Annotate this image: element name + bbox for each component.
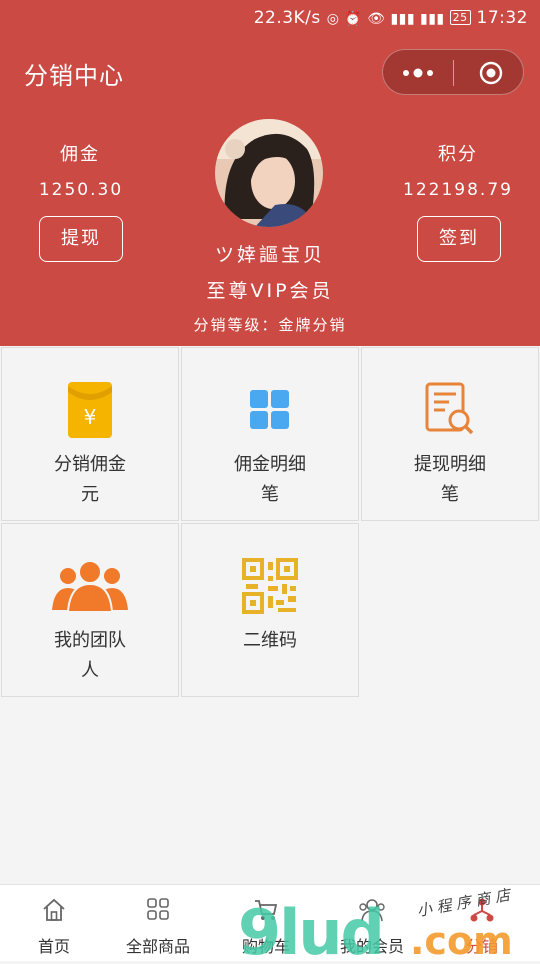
svg-text:¥: ¥ [84, 405, 97, 429]
team-icon [2, 558, 178, 614]
grid-item-label: 二维码 [243, 630, 297, 651]
mini-program-capsule [382, 49, 524, 95]
red-envelope-icon: ¥ [2, 382, 178, 438]
members-icon [318, 897, 426, 923]
document-search-icon [362, 382, 538, 438]
grid-item-label: 提现明细 [414, 454, 486, 475]
battery-icon: 25 [449, 10, 471, 25]
grid-item-commission[interactable]: ¥ 分销佣金 元 [1, 347, 179, 521]
capsule-divider [453, 60, 454, 86]
distribution-level: 分销等级：金牌分销 [193, 316, 347, 334]
grid-item-unit: 人 [81, 660, 99, 681]
grid-item-team[interactable]: 我的团队 人 [1, 523, 179, 697]
status-icons: ◎ ⏰ 👁 ▮▮▮ ▮▮▮ [326, 11, 450, 27]
grid-item-withdraw-detail[interactable]: 提现明细 笔 [361, 347, 539, 521]
grid-item-label: 分销佣金 [54, 454, 126, 475]
avatar[interactable] [215, 119, 323, 227]
tab-home[interactable]: 首页 [0, 885, 108, 961]
cart-icon [212, 897, 320, 923]
distribution-icon [428, 897, 536, 923]
clock: 17:32 [476, 8, 528, 28]
home-icon [0, 897, 108, 923]
tab-all-products[interactable]: 全部商品 [104, 885, 212, 961]
nickname: ツ婞謳宝贝 [214, 244, 325, 266]
tab-label: 首页 [37, 937, 70, 956]
points-value: 122198.79 [403, 180, 513, 200]
apps-icon [104, 897, 212, 923]
close-target-icon[interactable] [479, 61, 503, 85]
tab-label: 全部商品 [125, 937, 190, 956]
grid-item-unit: 笔 [261, 484, 279, 505]
tab-label: 分销 [465, 937, 498, 956]
points-label: 积分 [438, 144, 478, 165]
commission-value: 1250.30 [38, 180, 124, 200]
grid-item-unit: 元 [81, 484, 99, 505]
grid-item-unit: 笔 [441, 484, 459, 505]
network-speed: 22.3K/s [253, 8, 321, 28]
vip-level: 至尊VIP会员 [206, 280, 334, 302]
tab-label: 我的会员 [339, 937, 404, 956]
grid-item-qr-code[interactable]: 二维码 [181, 523, 359, 697]
status-bar: 22.3K/s ◎ ⏰ 👁 ▮▮▮ ▮▮▮ 25 17:32 [0, 0, 540, 36]
avatar-photo [215, 119, 323, 227]
tab-members[interactable]: 我的会员 [318, 885, 426, 961]
commission-label: 佣金 [60, 144, 100, 165]
more-icon[interactable] [400, 65, 436, 81]
grid-item-label: 我的团队 [54, 630, 126, 651]
tab-cart[interactable]: 购物车 [212, 885, 320, 961]
grid-item-commission-detail[interactable]: 佣金明细 笔 [181, 347, 359, 521]
bottom-tab-bar: 首页 全部商品 购物车 我的会员 分销 [0, 884, 540, 961]
grid-icon [182, 382, 358, 438]
tab-label: 购物车 [241, 937, 290, 956]
header: 22.3K/s ◎ ⏰ 👁 ▮▮▮ ▮▮▮ 25 17:32 分销中心 佣金 1… [0, 0, 540, 346]
status-text: 22.3K/s ◎ ⏰ 👁 ▮▮▮ ▮▮▮ 25 17:32 [254, 8, 528, 28]
grid-item-label: 佣金明细 [234, 454, 306, 475]
qr-code-icon [182, 558, 358, 614]
tab-distribution[interactable]: 分销 [428, 885, 536, 961]
page-title: 分销中心 [24, 62, 124, 90]
